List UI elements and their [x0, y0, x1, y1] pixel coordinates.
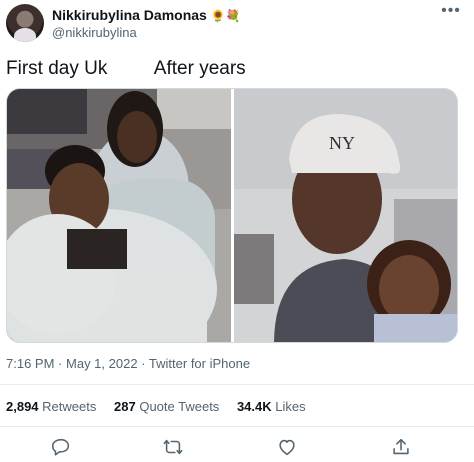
quote-tweets-stat[interactable]: 287 Quote Tweets	[114, 399, 223, 414]
retweet-icon[interactable]	[162, 436, 184, 458]
action-bar	[0, 430, 474, 462]
svg-text:NY: NY	[329, 133, 355, 153]
tweet-stats: 2,894 Retweets 287 Quote Tweets 34.4K Li…	[6, 399, 320, 414]
more-icon[interactable]: •••	[440, 3, 462, 24]
display-name[interactable]: Nikkirubylina Damonas 🌻💐	[52, 7, 241, 23]
display-name-text: Nikkirubylina Damonas	[52, 7, 207, 23]
tweet-time: 7:16 PM	[6, 356, 55, 371]
user-handle[interactable]: @nikkirubylina	[52, 25, 137, 40]
meta-separator: ·	[58, 356, 63, 371]
tweet-header: Nikkirubylina Damonas 🌻💐 @nikkirubylina …	[0, 0, 474, 50]
likes-label: Likes	[275, 399, 306, 414]
avatar[interactable]	[6, 4, 44, 42]
before-photo[interactable]	[7, 89, 231, 342]
display-name-emojis: 🌻💐	[210, 9, 241, 23]
meta-separator: ·	[141, 356, 146, 371]
after-photo[interactable]: NY	[234, 89, 457, 342]
quote-tweets-label: Quote Tweets	[139, 399, 220, 414]
divider	[0, 384, 474, 385]
share-icon[interactable]	[390, 436, 412, 458]
reply-icon[interactable]	[50, 436, 72, 458]
heart-icon[interactable]	[276, 436, 298, 458]
tweet-text: First day Uk After years	[6, 58, 246, 79]
likes-stat[interactable]: 34.4K Likes	[237, 399, 306, 414]
tweet-media[interactable]: NY	[6, 88, 458, 343]
likes-count: 34.4K	[236, 399, 272, 414]
retweets-stat[interactable]: 2,894 Retweets	[6, 399, 100, 414]
quote-tweets-count: 287	[114, 399, 136, 414]
tweet-timestamp[interactable]: 7:16 PM · May 1, 2022 · Twitter for iPho…	[6, 356, 250, 371]
retweets-count: 2,894	[6, 399, 39, 414]
tweet-date: May 1, 2022	[66, 356, 138, 371]
retweets-label: Retweets	[42, 399, 97, 414]
tweet-source[interactable]: Twitter for iPhone	[149, 356, 250, 371]
divider	[0, 426, 474, 427]
